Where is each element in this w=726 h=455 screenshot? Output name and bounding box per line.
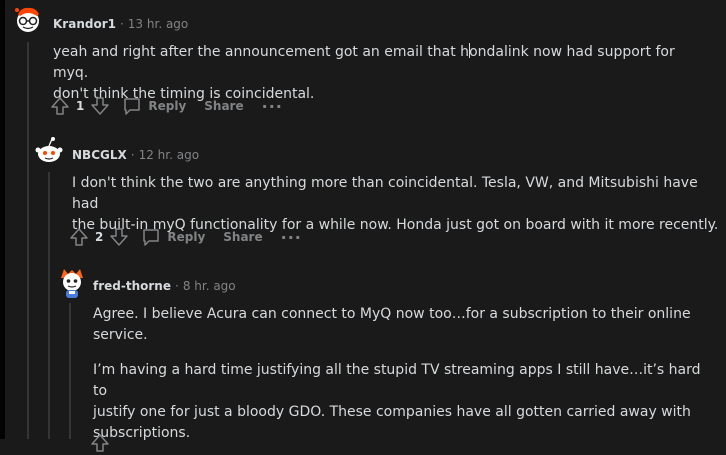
snoo-avatar-glasses-icon xyxy=(15,7,39,32)
separator-dot: · xyxy=(130,148,135,162)
comment-line: Agree. I believe Acura can connect to My… xyxy=(93,306,691,322)
upvote-icon xyxy=(91,434,109,452)
snoo-avatar-fox-hat-icon xyxy=(61,269,83,298)
avatar[interactable] xyxy=(12,4,44,36)
share-button[interactable]: Share xyxy=(204,99,243,113)
separator-dot: · xyxy=(174,279,179,293)
thread-line-3[interactable] xyxy=(69,303,71,439)
comment-actions-partial xyxy=(90,431,110,455)
more-icon: ··· xyxy=(280,227,302,247)
downvote-icon xyxy=(91,97,110,115)
upvote-button[interactable] xyxy=(50,96,70,116)
reply-label: Reply xyxy=(167,230,206,244)
comment-bubble-icon xyxy=(124,98,141,115)
comment-meta: Krandor1 · 13 hr. ago xyxy=(53,17,188,31)
comment-actions: 1 Reply Share ··· xyxy=(50,94,283,118)
more-options-button[interactable]: ··· xyxy=(262,97,283,116)
timestamp[interactable]: 8 hr. ago xyxy=(183,279,236,293)
username[interactable]: NBCGLX xyxy=(72,148,127,162)
comment-meta: fred-thorne · 8 hr. ago xyxy=(93,279,236,293)
upvote-icon xyxy=(70,228,88,246)
comment-meta: NBCGLX · 12 hr. ago xyxy=(72,148,199,162)
username[interactable]: fred-thorne xyxy=(93,279,171,293)
more-options-button[interactable]: ··· xyxy=(281,228,302,247)
downvote-icon xyxy=(110,228,129,246)
thread-line-1[interactable] xyxy=(27,42,29,439)
comment-text-before-cursor: yeah and right after the announcement go… xyxy=(53,44,470,60)
comment-body: Agree. I believe Acura can connect to My… xyxy=(93,304,713,444)
comment-spacer xyxy=(93,346,713,360)
thread-line-2[interactable] xyxy=(48,172,50,439)
downvote-button[interactable] xyxy=(90,96,110,116)
comment-bubble-icon xyxy=(143,229,160,246)
left-edge-strip xyxy=(0,0,5,439)
vote-count: 1 xyxy=(76,99,85,113)
avatar[interactable] xyxy=(56,266,88,298)
comment-line: service. xyxy=(93,327,148,343)
timestamp[interactable]: 12 hr. ago xyxy=(139,148,199,162)
share-button[interactable]: Share xyxy=(223,230,262,244)
share-label: Share xyxy=(223,230,263,244)
timestamp[interactable]: 13 hr. ago xyxy=(128,17,188,31)
comment-line: justify one for just a bloody GDO. These… xyxy=(93,404,691,420)
reply-label: Reply xyxy=(148,99,187,113)
reply-button[interactable]: Reply xyxy=(122,96,186,116)
upvote-button[interactable] xyxy=(90,433,110,453)
snoo-avatar-default-icon xyxy=(35,137,63,162)
share-label: Share xyxy=(204,99,244,113)
comment-line: subscriptions. xyxy=(93,425,191,441)
comment-line: I’m having a hard time justifying all th… xyxy=(93,362,701,399)
upvote-button[interactable] xyxy=(69,227,89,247)
reply-button[interactable]: Reply xyxy=(141,227,205,247)
avatar[interactable] xyxy=(33,135,65,167)
comment-line: I don't think the two are anything more … xyxy=(72,175,698,212)
comment-line: yeah and right after the announcement go… xyxy=(53,42,713,84)
username[interactable]: Krandor1 xyxy=(53,17,116,31)
comment-actions: 2 Reply Share ··· xyxy=(69,225,302,249)
separator-dot: · xyxy=(119,17,124,31)
downvote-button[interactable] xyxy=(109,227,129,247)
more-icon: ··· xyxy=(261,96,283,116)
upvote-icon xyxy=(51,97,69,115)
vote-count: 2 xyxy=(95,230,104,244)
